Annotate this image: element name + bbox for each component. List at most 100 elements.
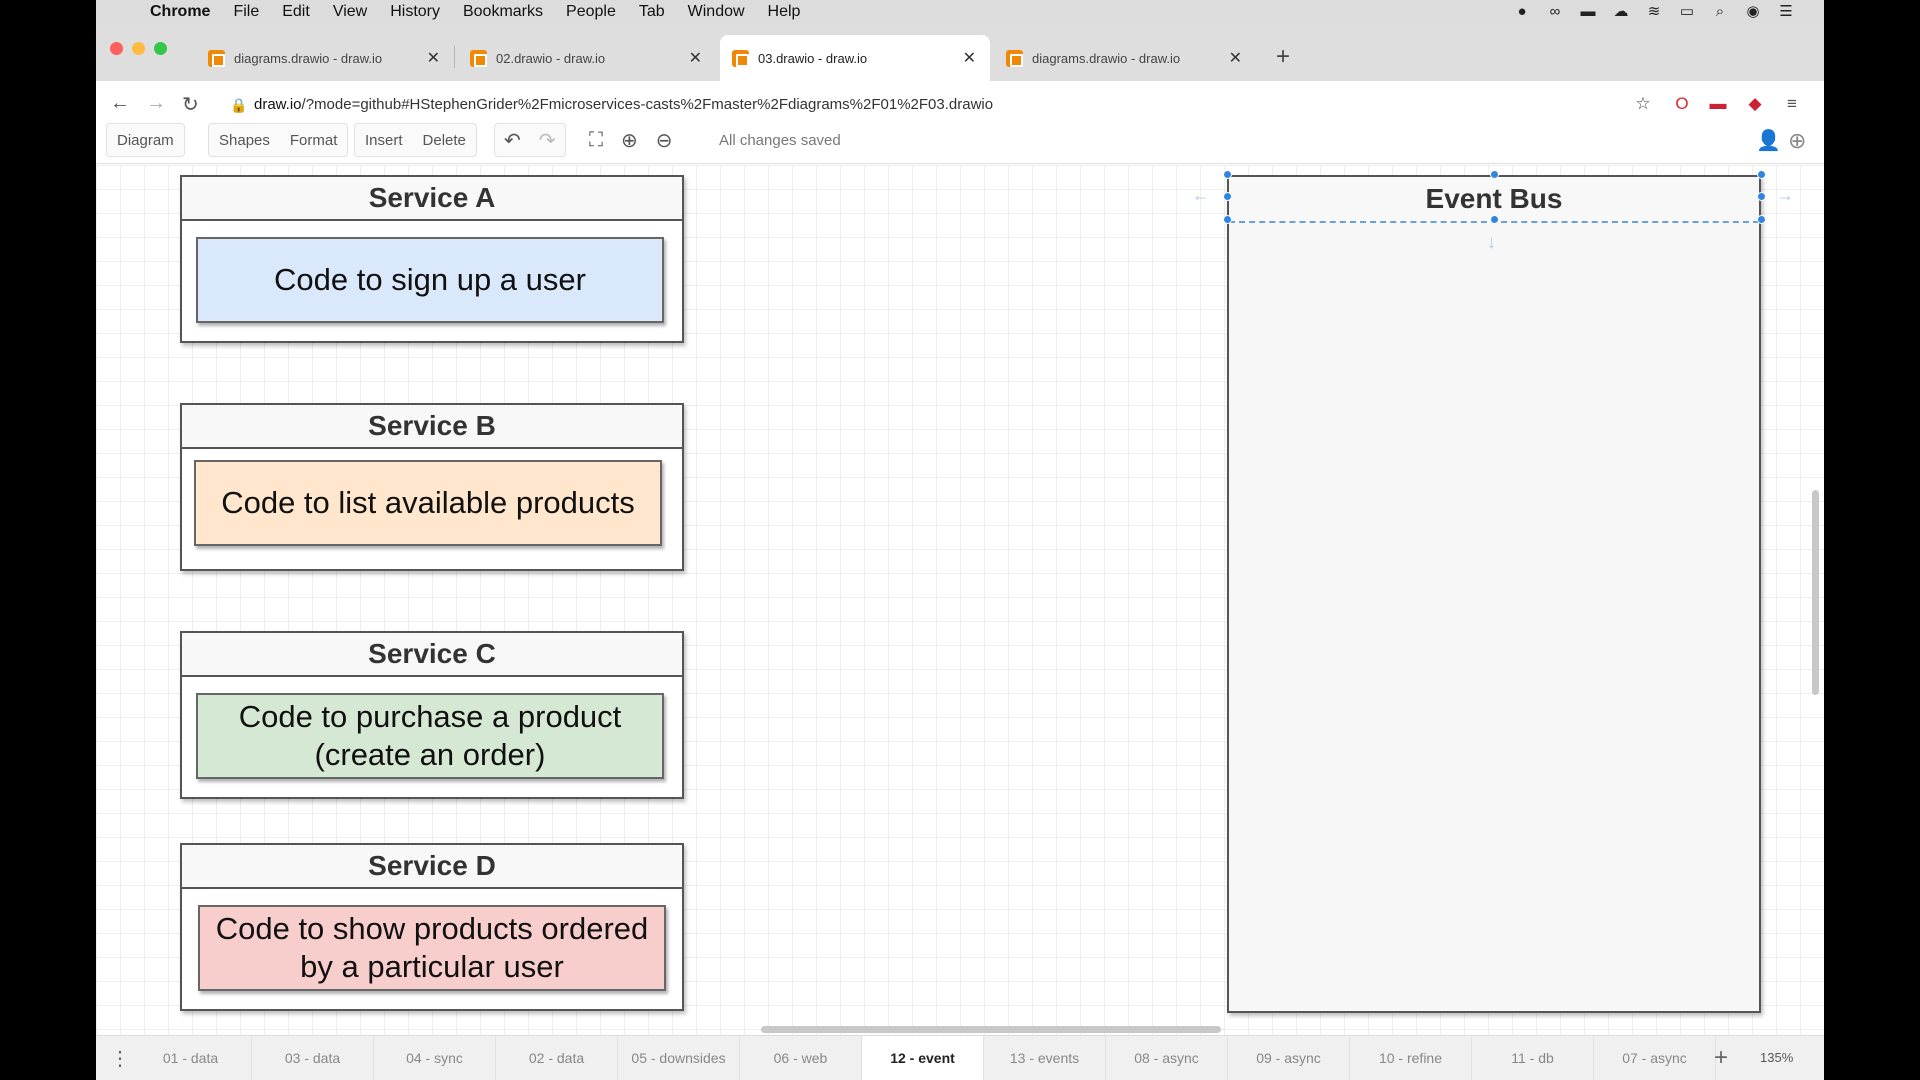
tab-3-active[interactable]: 03.drawio - draw.io ✕ [720,35,990,81]
horizontal-scrollbar[interactable] [761,1026,1221,1033]
service-b-box[interactable]: Service B Code to list available product… [180,403,684,571]
extension-badge-icon[interactable]: ◆ [1744,93,1766,115]
close-window-button[interactable] [110,42,123,55]
page-tab[interactable]: 06 - web [740,1036,862,1080]
wifi-icon[interactable]: ≋ [1644,2,1664,22]
page-tab[interactable]: 09 - async [1228,1036,1350,1080]
menu-help[interactable]: Help [768,3,801,21]
service-title[interactable]: Service C [182,633,682,677]
menu-chrome[interactable]: Chrome [150,3,210,21]
resize-handle[interactable] [1757,215,1766,224]
notification-center-icon[interactable]: ☰ [1776,2,1796,22]
extension-icon[interactable]: ▬ [1707,93,1729,115]
window-controls [110,42,167,55]
page-tab[interactable]: 05 - downsides [618,1036,740,1080]
resize-handle[interactable] [1223,192,1232,201]
page-tab[interactable]: 04 - sync [374,1036,496,1080]
connect-arrow-right-icon[interactable]: → [1776,185,1794,206]
menu-view[interactable]: View [333,3,367,21]
reader-icon[interactable]: ≡ [1781,93,1803,115]
glasses-icon[interactable]: ∞ [1545,2,1565,22]
forward-icon[interactable]: → [146,92,166,115]
close-icon[interactable]: ✕ [1229,48,1242,68]
zoom-in-icon[interactable]: ⊕ [612,128,647,153]
docker-icon[interactable]: ▬ [1578,2,1598,22]
page-tab[interactable]: 07 - async [1594,1036,1716,1080]
share-user-icon[interactable]: 👤 [1756,128,1781,153]
service-d-box[interactable]: Service D Code to show products ordered b… [180,843,684,1011]
service-code-box[interactable]: Code to sign up a user [196,237,664,323]
resize-handle[interactable] [1757,192,1766,201]
page-tab[interactable]: 02 - data [496,1036,618,1080]
service-title[interactable]: Service A [182,177,682,221]
code-line-1: Code to list available products [221,485,635,520]
menu-window[interactable]: Window [688,3,745,21]
connect-arrow-left-icon[interactable]: ← [1192,185,1210,206]
service-title[interactable]: Service D [182,845,682,889]
add-page-button[interactable]: + [1714,1044,1728,1072]
service-code-box[interactable]: Code to list available products [194,460,662,546]
history-group: ↶ ↷ [494,123,566,157]
insert-button[interactable]: Insert [355,132,413,149]
reload-icon[interactable]: ↻ [182,92,199,117]
service-code-box[interactable]: Code to show products ordered by a partic… [198,905,666,991]
menu-tab[interactable]: Tab [639,3,665,21]
menu-history[interactable]: History [390,3,440,21]
close-icon[interactable]: ✕ [689,48,702,68]
delete-button[interactable]: Delete [413,132,476,149]
undo-icon[interactable]: ↶ [495,128,530,153]
service-code-box[interactable]: Code to purchase a product (create an ord… [196,693,664,779]
tab-2[interactable]: 02.drawio - draw.io ✕ [458,35,716,81]
new-tab-button[interactable]: + [1276,43,1290,71]
tab-1[interactable]: diagrams.drawio - draw.io ✕ [196,35,454,81]
event-bus-box[interactable]: Event Bus [1227,175,1761,1013]
shapes-button[interactable]: Shapes [209,132,280,149]
lock-icon[interactable]: 🔒 [230,97,247,114]
close-icon[interactable]: ✕ [963,48,976,68]
resize-handle[interactable] [1223,215,1232,224]
page-tab[interactable]: 03 - data [252,1036,374,1080]
format-button[interactable]: Format [280,132,348,149]
zoom-out-icon[interactable]: ⊖ [647,128,682,153]
url-field[interactable]: draw.io/?mode=github#HStephenGrider%2Fmi… [254,96,993,113]
search-icon[interactable]: ⌕ [1710,2,1730,22]
opera-extension-icon[interactable]: O [1671,93,1693,115]
service-a-box[interactable]: Service A Code to sign up a user [180,175,684,343]
vertical-scrollbar[interactable] [1812,490,1819,695]
tab-title: diagrams.drawio - draw.io [1032,50,1181,66]
service-title[interactable]: Service B [182,405,682,449]
diagram-menu-button[interactable]: Diagram [107,132,184,149]
zoom-level[interactable]: 135% [1760,1050,1793,1065]
menu-file[interactable]: File [233,3,259,21]
page-tab[interactable]: 01 - data [130,1036,252,1080]
page-tab-active[interactable]: 12 - event [862,1036,984,1080]
close-icon[interactable]: ✕ [427,48,440,68]
language-globe-icon[interactable]: ⊕ [1788,128,1806,154]
resize-handle[interactable] [1223,170,1232,179]
pages-menu-icon[interactable]: ⋮ [110,1046,130,1071]
page-tab[interactable]: 11 - db [1472,1036,1594,1080]
resize-handle[interactable] [1490,215,1499,224]
battery-icon[interactable]: ▭ [1677,2,1697,22]
page-tab[interactable]: 08 - async [1106,1036,1228,1080]
cloud-icon[interactable]: ☁ [1611,2,1631,22]
siri-icon[interactable]: ◉ [1743,2,1763,22]
minimize-window-button[interactable] [132,42,145,55]
resize-handle[interactable] [1757,170,1766,179]
menu-edit[interactable]: Edit [282,3,310,21]
maximize-window-button[interactable] [154,42,167,55]
connect-arrow-down-icon[interactable]: ↓ [1487,232,1496,253]
fullscreen-icon[interactable]: ⛶ [580,129,612,152]
resize-handle[interactable] [1490,170,1499,179]
service-c-box[interactable]: Service C Code to purchase a product (cre… [180,631,684,799]
redo-icon[interactable]: ↷ [530,128,565,153]
app-icon[interactable]: ● [1512,2,1532,22]
menu-bookmarks[interactable]: Bookmarks [463,3,543,21]
page-tab[interactable]: 10 - refine [1350,1036,1472,1080]
apple-icon[interactable] [116,3,134,21]
bookmark-star-icon[interactable]: ☆ [1632,93,1654,115]
back-icon[interactable]: ← [110,92,130,115]
menu-people[interactable]: People [566,3,616,21]
tab-4[interactable]: diagrams.drawio - draw.io ✕ [994,35,1256,81]
page-tab[interactable]: 13 - events [984,1036,1106,1080]
